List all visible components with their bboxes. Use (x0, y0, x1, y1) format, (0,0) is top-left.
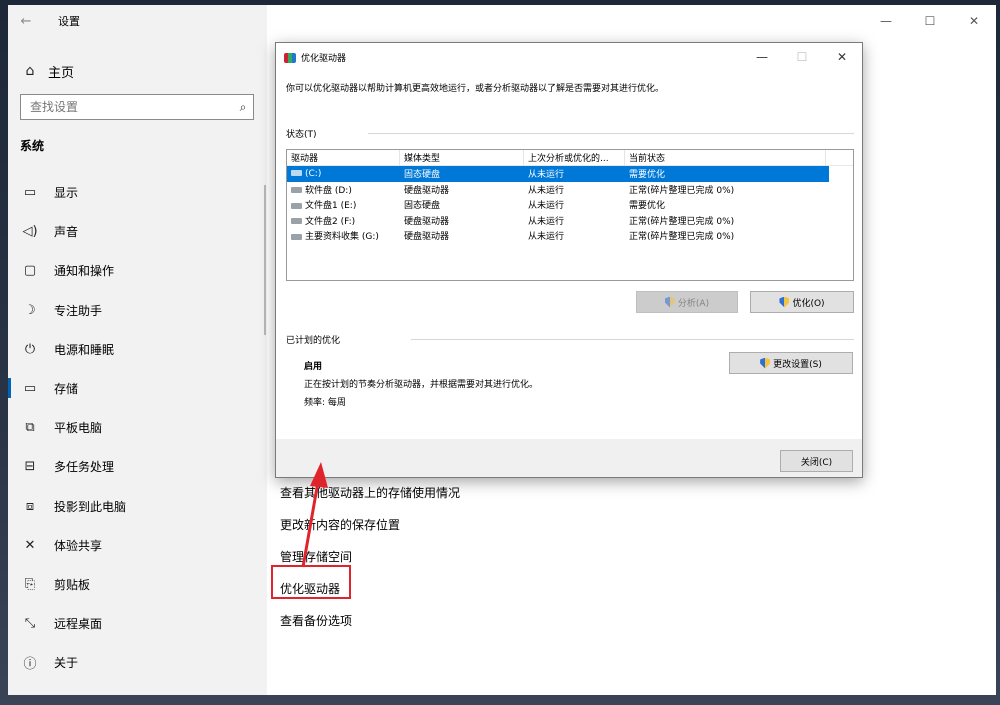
red-arrow-annotation (301, 462, 328, 568)
